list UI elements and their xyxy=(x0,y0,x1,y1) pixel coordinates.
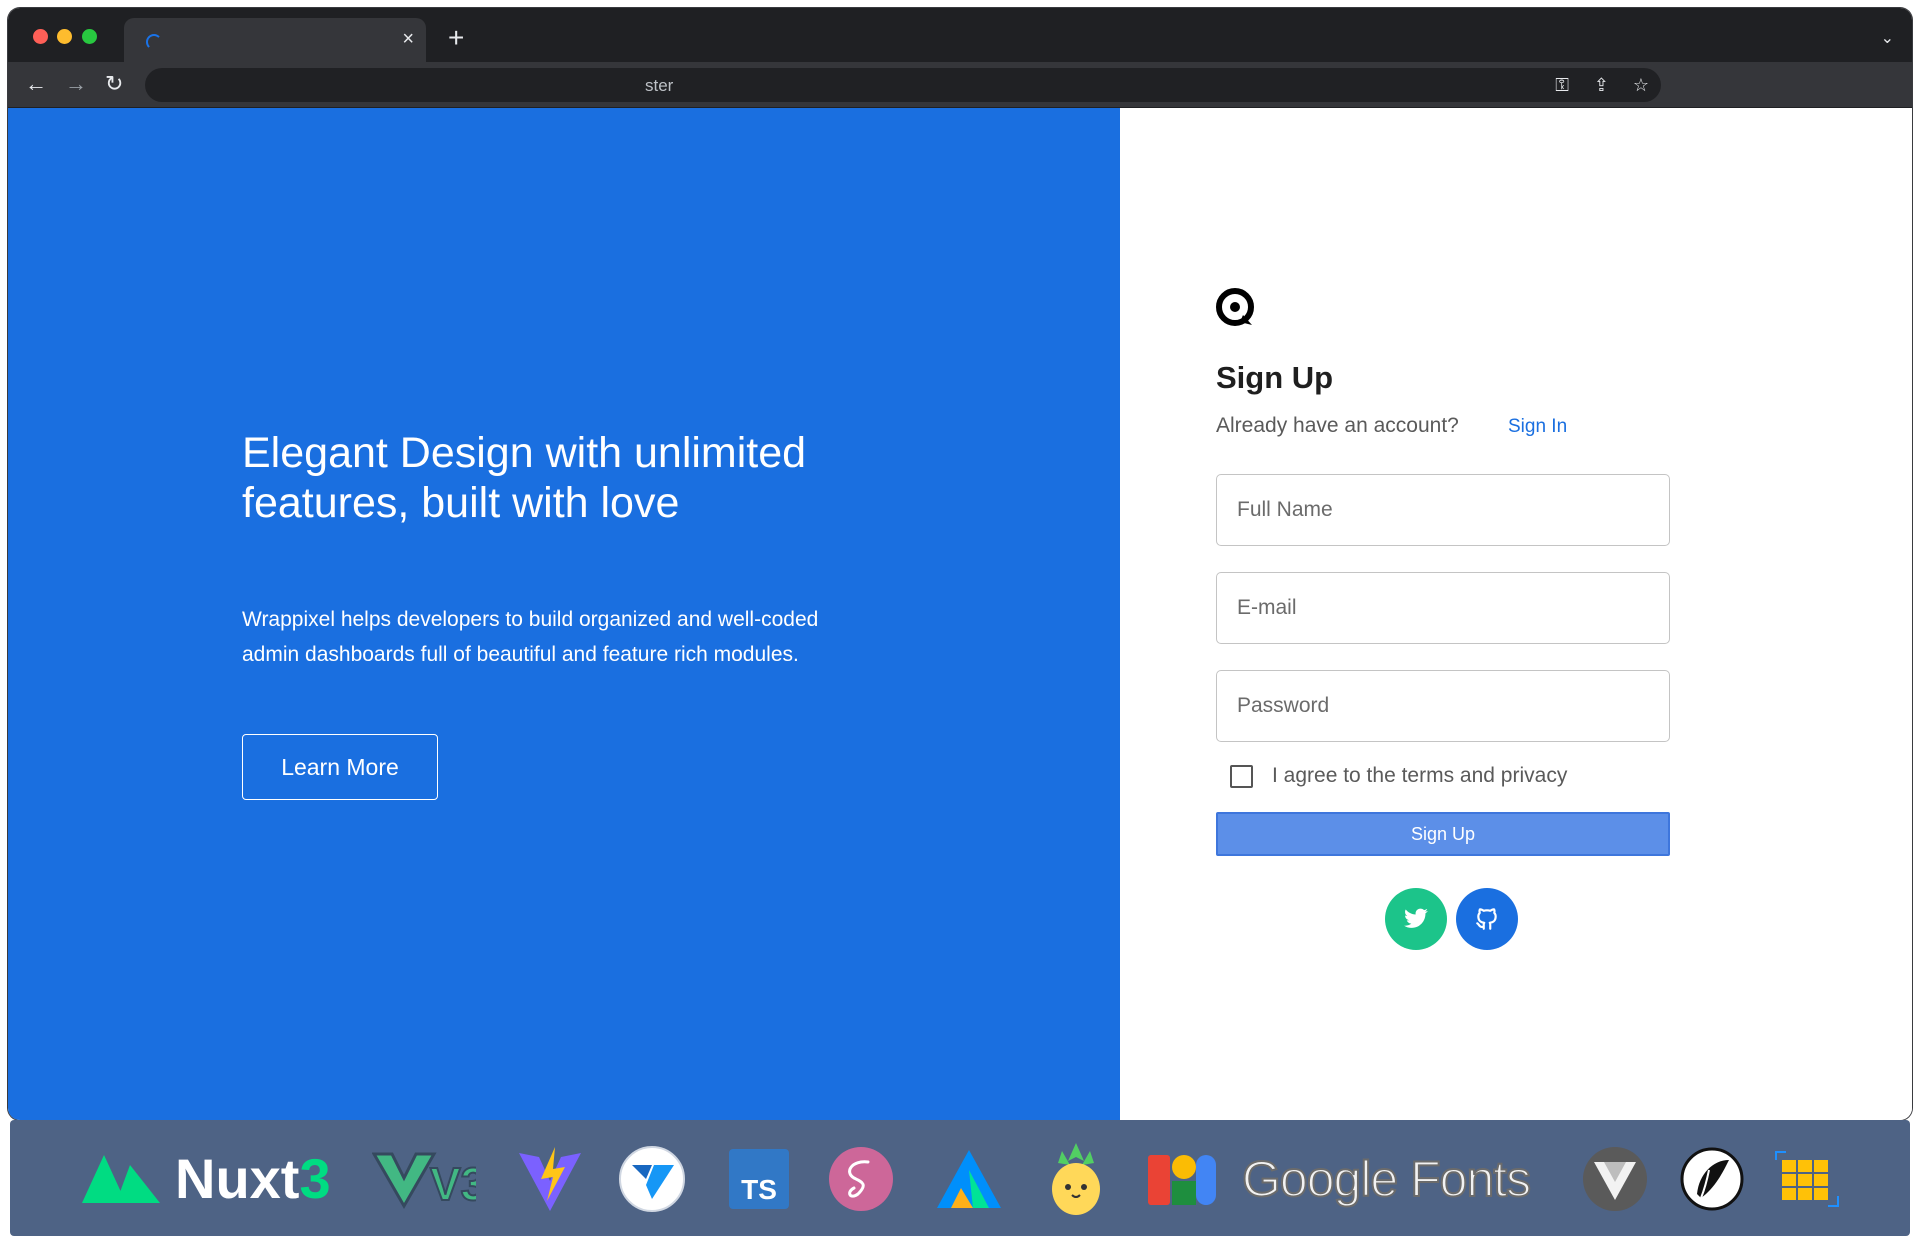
pinia-icon xyxy=(1052,1143,1100,1215)
typescript-logo: TS xyxy=(729,1144,789,1214)
datatable-logo xyxy=(1774,1144,1840,1214)
tabler-icon xyxy=(1680,1147,1744,1211)
minimize-window-button[interactable] xyxy=(57,29,72,44)
vuetify-logo xyxy=(618,1144,686,1214)
loading-spinner-icon xyxy=(146,34,162,50)
vue3-icon: V3 xyxy=(372,1152,476,1210)
address-bar-url[interactable]: ster xyxy=(645,76,673,96)
twitter-button[interactable] xyxy=(1385,888,1447,950)
vueuse-icon xyxy=(1583,1147,1647,1211)
already-have-account-text: Already have an account? xyxy=(1216,414,1459,437)
new-tab-button[interactable]: + xyxy=(448,24,464,52)
bookmark-star-icon[interactable]: ☆ xyxy=(1633,74,1649,96)
vue3-logo: V3 xyxy=(372,1144,476,1214)
share-icon[interactable]: ⇪ xyxy=(1594,74,1609,96)
apexcharts-icon xyxy=(937,1150,1001,1208)
tab-close-icon[interactable]: × xyxy=(402,29,414,49)
tabler-logo xyxy=(1679,1144,1745,1214)
reload-icon[interactable]: ↻ xyxy=(105,72,123,96)
google-fonts-label: Google Fonts xyxy=(1241,1150,1532,1208)
forward-arrow-icon[interactable]: → xyxy=(65,72,87,96)
vuetify-icon xyxy=(619,1146,685,1212)
twitter-icon xyxy=(1404,908,1428,928)
vite-icon xyxy=(519,1147,581,1211)
vite-logo xyxy=(515,1144,585,1214)
browser-window: × + ⌄ ← → ↻ ster ⚿ ⇪ ☆ Elegant Design wi… xyxy=(8,8,1912,1120)
learn-more-button[interactable]: Learn More xyxy=(242,734,438,800)
nuxt3-wordmark: Nuxt 3 xyxy=(175,1144,331,1214)
vue3-label: V3 xyxy=(430,1158,476,1210)
tab-strip: × + ⌄ xyxy=(8,8,1912,62)
nuxt-icon xyxy=(82,1155,160,1203)
hero-description: Wrappixel helps developers to build orga… xyxy=(242,608,819,666)
sign-up-button[interactable]: Sign Up xyxy=(1216,812,1670,856)
material-icons-logo xyxy=(1146,1144,1218,1214)
nuxt-logo xyxy=(80,1144,162,1214)
password-key-icon[interactable]: ⚿ xyxy=(1555,74,1569,96)
agree-terms-label: I agree to the terms and privacy xyxy=(1272,764,1568,787)
material-icons-icon xyxy=(1148,1155,1216,1205)
hero-title: Elegant Design with unlimited features, … xyxy=(242,429,807,527)
pinia-logo xyxy=(1048,1143,1104,1215)
close-window-button[interactable] xyxy=(33,29,48,44)
app-logo-icon xyxy=(1216,288,1254,326)
back-arrow-icon[interactable]: ← xyxy=(25,72,47,96)
typescript-label: TS xyxy=(741,1174,777,1205)
vueuse-logo xyxy=(1582,1144,1648,1214)
sass-logo xyxy=(828,1144,894,1214)
agree-terms-checkbox[interactable] xyxy=(1230,765,1253,788)
page-content: Elegant Design with unlimited features, … xyxy=(8,108,1912,1120)
typescript-icon: TS xyxy=(729,1149,789,1209)
hero-panel: Elegant Design with unlimited features, … xyxy=(8,108,1120,1120)
signup-title: Sign Up xyxy=(1216,360,1334,395)
full-name-input[interactable] xyxy=(1216,474,1670,546)
tech-stack-strip: Nuxt 3 V3 TS Google Fonts xyxy=(10,1120,1910,1236)
apexcharts-logo xyxy=(935,1144,1003,1214)
nuxt-wordmark-version: 3 xyxy=(299,1147,331,1210)
browser-toolbar: ← → ↻ ster ⚿ ⇪ ☆ xyxy=(8,62,1912,108)
github-button[interactable] xyxy=(1456,888,1518,950)
signup-panel: Sign Up Already have an account? Sign In… xyxy=(1120,108,1912,1120)
datatable-icon xyxy=(1775,1151,1839,1207)
sign-in-link[interactable]: Sign In xyxy=(1508,416,1567,438)
password-input[interactable] xyxy=(1216,670,1670,742)
browser-tab[interactable]: × xyxy=(124,18,426,62)
tab-search-chevron-icon[interactable]: ⌄ xyxy=(1881,28,1894,48)
google-fonts-wordmark: Google Fonts xyxy=(1241,1144,1532,1214)
maximize-window-button[interactable] xyxy=(82,29,97,44)
sass-icon xyxy=(829,1147,893,1211)
github-icon xyxy=(1476,908,1497,930)
address-bar[interactable]: ster ⚿ ⇪ ☆ xyxy=(145,68,1661,102)
nuxt-wordmark-name: Nuxt xyxy=(175,1147,300,1210)
email-input[interactable] xyxy=(1216,572,1670,644)
